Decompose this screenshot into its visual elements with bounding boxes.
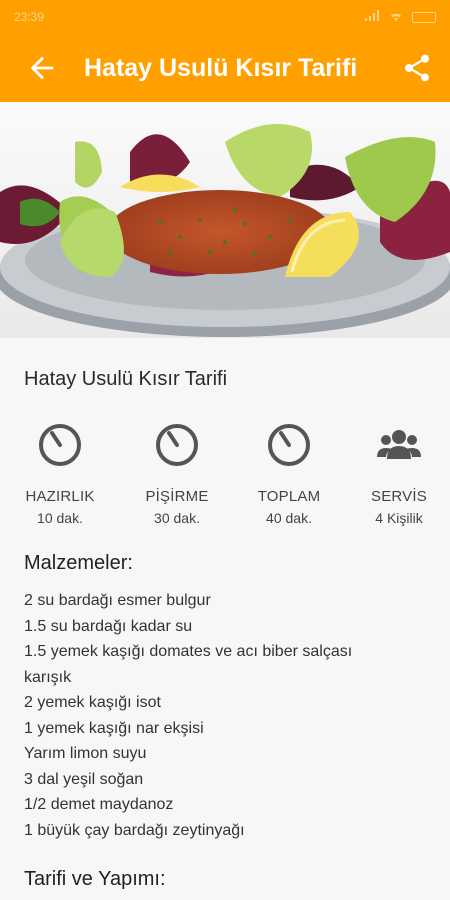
battery-icon — [412, 11, 436, 23]
stat-label: HAZIRLIK — [25, 488, 95, 505]
recipe-content: Hatay Usulü Kısır Tarifi HAZIRLIK 10 dak… — [0, 338, 450, 900]
app-bar: 23:39 Hatay Usulü Kısır Tarifi — [0, 0, 450, 102]
recipe-title: Hatay Usulü Kısır Tarifi — [24, 368, 228, 390]
status-time: 23:39 — [14, 10, 45, 24]
list-item: 1.5 yemek kaşığı domates ve acı biber sa… — [24, 643, 353, 660]
signal-icon — [364, 9, 380, 25]
stat-servings: SERVİS 4 Kişilik — [344, 422, 450, 526]
stat-value: 40 dak. — [266, 510, 312, 526]
stat-value: 30 dak. — [154, 510, 200, 526]
timer-icon — [156, 424, 198, 466]
list-item: Yarım limon suyu — [24, 745, 147, 762]
share-button[interactable] — [384, 34, 450, 102]
list-item: 2 yemek kaşığı isot — [24, 694, 161, 711]
people-icon — [377, 430, 421, 459]
list-item: 1/2 demet maydanoz — [24, 796, 174, 813]
list-item: 1.5 su bardağı kadar su — [24, 617, 193, 635]
stat-label: PİŞİRME — [145, 488, 209, 505]
list-item: 1 büyük çay bardağı zeytinyağı — [24, 821, 245, 839]
stat-total: TOPLAM 40 dak. — [234, 422, 344, 526]
status-icons — [364, 9, 436, 25]
method-heading: Tarifi ve Yapımı: — [24, 868, 166, 890]
timer-icon — [39, 424, 81, 466]
page-title: Hatay Usulü Kısır Tarifi — [84, 53, 358, 82]
stat-value: 10 dak. — [37, 510, 83, 526]
wifi-icon — [388, 10, 404, 25]
ingredients-heading: Malzemeler: — [24, 552, 133, 574]
arrow-back-icon — [30, 56, 54, 80]
stat-cook: PİŞİRME 30 dak. — [122, 422, 232, 526]
status-bar: 23:39 — [0, 0, 450, 34]
list-item: 3 dal yeşil soğan — [24, 770, 144, 788]
stat-label: SERVİS — [371, 488, 427, 505]
recipe-stats: HAZIRLIK 10 dak. PİŞİRME 30 dak. TOPLAM … — [0, 422, 450, 532]
stat-prep: HAZIRLIK 10 dak. — [5, 422, 115, 526]
stat-label: TOPLAM — [257, 488, 321, 505]
back-button[interactable] — [0, 34, 84, 102]
toolbar: Hatay Usulü Kısır Tarifi — [0, 34, 450, 102]
list-item: 1 yemek kaşığı nar ekşisi — [24, 719, 204, 737]
timer-icon — [268, 424, 310, 466]
recipe-hero-image — [0, 102, 450, 338]
share-icon — [404, 54, 430, 82]
list-item: karışık — [24, 668, 72, 686]
stat-value: 4 Kişilik — [375, 510, 423, 526]
list-item: 2 su bardağı esmer bulgur — [24, 592, 211, 609]
ingredients-list: 2 su bardağı esmer bulgur 1.5 su bardağı… — [24, 588, 434, 843]
